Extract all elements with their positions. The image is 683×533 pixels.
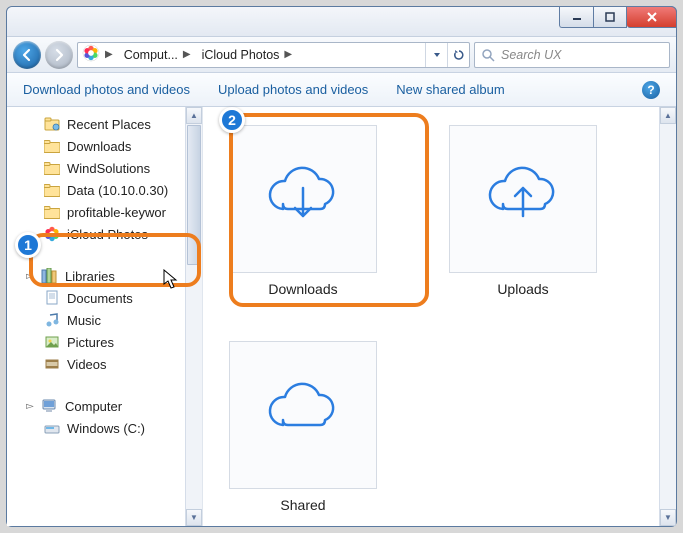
folder-icon — [43, 181, 61, 199]
address-bar[interactable]: ▶ Comput... ▶ iCloud Photos ▶ — [77, 42, 470, 68]
content-pane: Downloads Uploads — [203, 107, 676, 526]
explorer-window: ▶ Comput... ▶ iCloud Photos ▶ Search UX … — [6, 6, 677, 527]
tree-item-drive-c[interactable]: Windows (C:) — [7, 417, 185, 439]
folder-label: Shared — [280, 497, 325, 513]
chevron-right-icon: ▶ — [180, 49, 194, 60]
nav-bar: ▶ Comput... ▶ iCloud Photos ▶ Search UX — [7, 37, 676, 73]
documents-library-icon — [43, 289, 61, 307]
tree-item-recent-places[interactable]: Recent Places — [7, 113, 185, 135]
tree-item-label: Documents — [67, 291, 133, 306]
close-button[interactable] — [627, 6, 677, 28]
command-bar: Download photos and videos Upload photos… — [7, 73, 676, 107]
forward-button[interactable] — [45, 41, 73, 69]
tree-item-profitable-keywords[interactable]: profitable-keywor — [7, 201, 185, 223]
tree-group-label: Libraries — [65, 269, 115, 284]
tree-item-downloads[interactable]: Downloads — [7, 135, 185, 157]
chevron-right-icon: ▶ — [281, 49, 295, 60]
folder-label: Downloads — [268, 281, 337, 297]
recent-places-icon — [43, 115, 61, 133]
photos-app-icon — [82, 44, 100, 65]
tree-item-label: Downloads — [67, 139, 131, 154]
upload-photos-link[interactable]: Upload photos and videos — [218, 82, 368, 97]
minimize-button[interactable] — [559, 6, 593, 28]
folder-icon — [43, 137, 61, 155]
drive-icon — [43, 419, 61, 437]
tree-item-label: iCloud Photos — [67, 227, 148, 242]
cloud-upload-icon — [478, 164, 568, 234]
expand-icon: ▻ — [25, 271, 35, 282]
folder-item-shared[interactable]: Shared — [221, 341, 385, 513]
libraries-icon — [41, 267, 59, 285]
tree-item-data-share[interactable]: Data (10.10.0.30) — [7, 179, 185, 201]
scroll-thumb[interactable] — [187, 125, 201, 265]
tree-item-icloud-photos[interactable]: iCloud Photos — [7, 223, 185, 245]
new-shared-album-link[interactable]: New shared album — [396, 82, 504, 97]
tree-item-documents[interactable]: Documents — [7, 287, 185, 309]
tree-group-label: Computer — [65, 399, 122, 414]
expand-icon: ▻ — [25, 401, 35, 412]
folder-icon — [43, 203, 61, 221]
tree-item-label: Music — [67, 313, 101, 328]
sidebar-scrollbar[interactable]: ▲ ▼ — [185, 107, 202, 526]
chevron-right-icon: ▶ — [102, 49, 116, 60]
scroll-down-button[interactable]: ▼ — [186, 509, 202, 526]
scroll-up-button[interactable]: ▲ — [186, 107, 202, 124]
music-library-icon — [43, 311, 61, 329]
tree-item-label: Recent Places — [67, 117, 151, 132]
tree-item-label: profitable-keywor — [67, 205, 166, 220]
folder-item-downloads[interactable]: Downloads — [221, 125, 385, 297]
title-bar — [7, 7, 676, 37]
navigation-pane: Recent Places Downloads WindSolutions Da… — [7, 107, 203, 526]
tree-item-label: Data (10.10.0.30) — [67, 183, 168, 198]
pictures-library-icon — [43, 333, 61, 351]
tree-item-label: Windows (C:) — [67, 421, 145, 436]
scroll-down-button[interactable]: ▼ — [660, 509, 676, 526]
content-scrollbar[interactable]: ▲ ▼ — [659, 107, 676, 526]
tree-item-label: WindSolutions — [67, 161, 150, 176]
body: Recent Places Downloads WindSolutions Da… — [7, 107, 676, 526]
search-placeholder: Search UX — [501, 48, 561, 62]
tree-item-pictures[interactable]: Pictures — [7, 331, 185, 353]
tree-item-label: Pictures — [67, 335, 114, 350]
tree-item-windsolutions[interactable]: WindSolutions — [7, 157, 185, 179]
breadcrumb-segment[interactable]: Comput... — [124, 48, 178, 62]
search-input[interactable]: Search UX — [474, 42, 670, 68]
refresh-button[interactable] — [447, 43, 469, 67]
computer-icon — [41, 397, 59, 415]
breadcrumb-segment[interactable]: iCloud Photos — [202, 48, 280, 62]
tree-item-videos[interactable]: Videos — [7, 353, 185, 375]
scroll-up-button[interactable]: ▲ — [660, 107, 676, 124]
folder-icon — [43, 159, 61, 177]
tree-group-libraries[interactable]: ▻ Libraries — [7, 265, 185, 287]
maximize-button[interactable] — [593, 6, 627, 28]
folder-item-uploads[interactable]: Uploads — [441, 125, 605, 297]
download-photos-link[interactable]: Download photos and videos — [23, 82, 190, 97]
tree-group-computer[interactable]: ▻ Computer — [7, 395, 185, 417]
help-button[interactable]: ? — [642, 81, 660, 99]
photos-app-icon — [43, 225, 61, 243]
tree-item-label: Videos — [67, 357, 107, 372]
cloud-icon — [258, 380, 348, 450]
tree-item-music[interactable]: Music — [7, 309, 185, 331]
history-dropdown[interactable] — [425, 43, 447, 67]
videos-library-icon — [43, 355, 61, 373]
folder-label: Uploads — [497, 281, 548, 297]
cloud-download-icon — [258, 164, 348, 234]
search-icon — [481, 48, 495, 62]
back-button[interactable] — [13, 41, 41, 69]
